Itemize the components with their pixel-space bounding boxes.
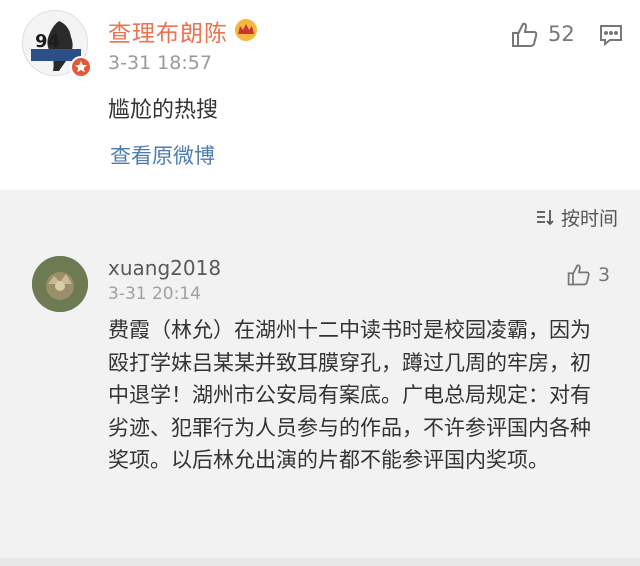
svg-text:94: 94 <box>35 31 60 52</box>
view-original-link[interactable]: 查看原微博 <box>110 140 215 170</box>
comment-timestamp: 3-31 20:14 <box>108 284 201 304</box>
verified-badge-icon <box>70 56 92 78</box>
comment-text: 费霞（林允）在湖州十二中读书时是校园凌霸，因为殴打学妹吕某某并致耳膜穿孔，蹲过几… <box>108 318 591 472</box>
sort-label: 按时间 <box>560 207 618 230</box>
comment-avatar[interactable] <box>32 256 88 312</box>
post-timestamp: 3-31 18:57 <box>108 52 212 74</box>
comment-section: 按时间 xuang2018 3-31 20:14 3 费霞（林允）在湖州十二中读… <box>0 190 640 566</box>
sort-icon <box>535 207 555 227</box>
crown-icon <box>232 18 260 42</box>
divider <box>0 558 640 566</box>
comment-username[interactable]: xuang2018 <box>108 256 221 280</box>
post-like-count: 52 <box>548 22 575 46</box>
post-text: 尴尬的热搜 <box>108 98 219 123</box>
comment-thumbs-up-icon[interactable] <box>566 262 592 288</box>
thumbs-up-icon[interactable] <box>510 20 540 50</box>
weibo-post: 94 查理布朗陈 3-31 18:57 尴尬的热搜 查看原微博 52 <box>0 0 640 190</box>
post-username[interactable]: 查理布朗陈 <box>108 14 228 48</box>
post-avatar[interactable]: 94 <box>22 10 92 78</box>
comment-like-count: 3 <box>598 264 611 286</box>
sort-by-time-button[interactable]: 按时间 <box>535 204 618 230</box>
comment-icon[interactable] <box>598 22 624 48</box>
